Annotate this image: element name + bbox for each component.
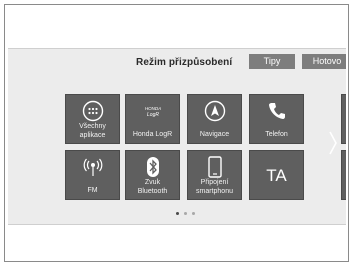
navigation-icon <box>188 100 241 122</box>
tile-label: Bluetooth <box>137 188 168 195</box>
page-dot[interactable] <box>184 212 187 215</box>
tile-smartphone-connection[interactable]: Připojení smartphonu <box>187 150 242 200</box>
tile-all-apps[interactable]: Všechny aplikace <box>65 94 120 144</box>
tile-traffic-announcement[interactable]: TA <box>249 150 304 200</box>
phone-icon <box>250 100 303 122</box>
customize-screen: Režim přizpůsobení Tipy Hotovo Všechny a… <box>8 48 346 225</box>
tile-label: aplikace <box>79 132 106 139</box>
tile-label: Telefon <box>265 131 288 138</box>
next-page-tile-preview <box>341 94 346 144</box>
tile-fm[interactable]: FM <box>65 150 120 200</box>
pagination-dots <box>176 212 206 218</box>
tile-label: Navigace <box>199 131 230 138</box>
ta-label: TA <box>266 166 287 185</box>
tile-honda-logr[interactable]: HONDA LogR Honda LogR <box>125 94 180 144</box>
bluetooth-icon <box>126 156 179 178</box>
tile-phone[interactable]: Telefon <box>249 94 304 144</box>
next-page-tile-preview <box>341 150 346 200</box>
svg-text:HONDA: HONDA <box>144 106 160 111</box>
page-dot[interactable] <box>192 212 195 215</box>
apps-grid-icon <box>66 100 119 122</box>
tile-label: Připojení <box>200 179 229 186</box>
smartphone-icon <box>188 156 241 178</box>
honda-logr-icon: HONDA LogR <box>126 100 179 122</box>
tile-label: smartphonu <box>196 188 233 195</box>
tile-navigation[interactable]: Navigace <box>187 94 242 144</box>
done-button[interactable]: Hotovo <box>302 54 346 69</box>
tile-label: Honda LogR <box>132 131 173 138</box>
tips-button[interactable]: Tipy <box>249 54 295 69</box>
page-dot-active[interactable] <box>176 212 179 215</box>
tile-label: Všechny <box>79 123 106 130</box>
svg-text:LogR: LogR <box>147 112 159 118</box>
page-title: Režim přizpůsobení <box>136 57 233 68</box>
chevron-right-icon[interactable] <box>329 131 337 155</box>
tile-label: FM <box>87 187 98 194</box>
tile-bluetooth-audio[interactable]: Zvuk Bluetooth <box>125 150 180 200</box>
radio-antenna-icon <box>66 156 119 178</box>
tile-label: Zvuk <box>144 179 161 186</box>
